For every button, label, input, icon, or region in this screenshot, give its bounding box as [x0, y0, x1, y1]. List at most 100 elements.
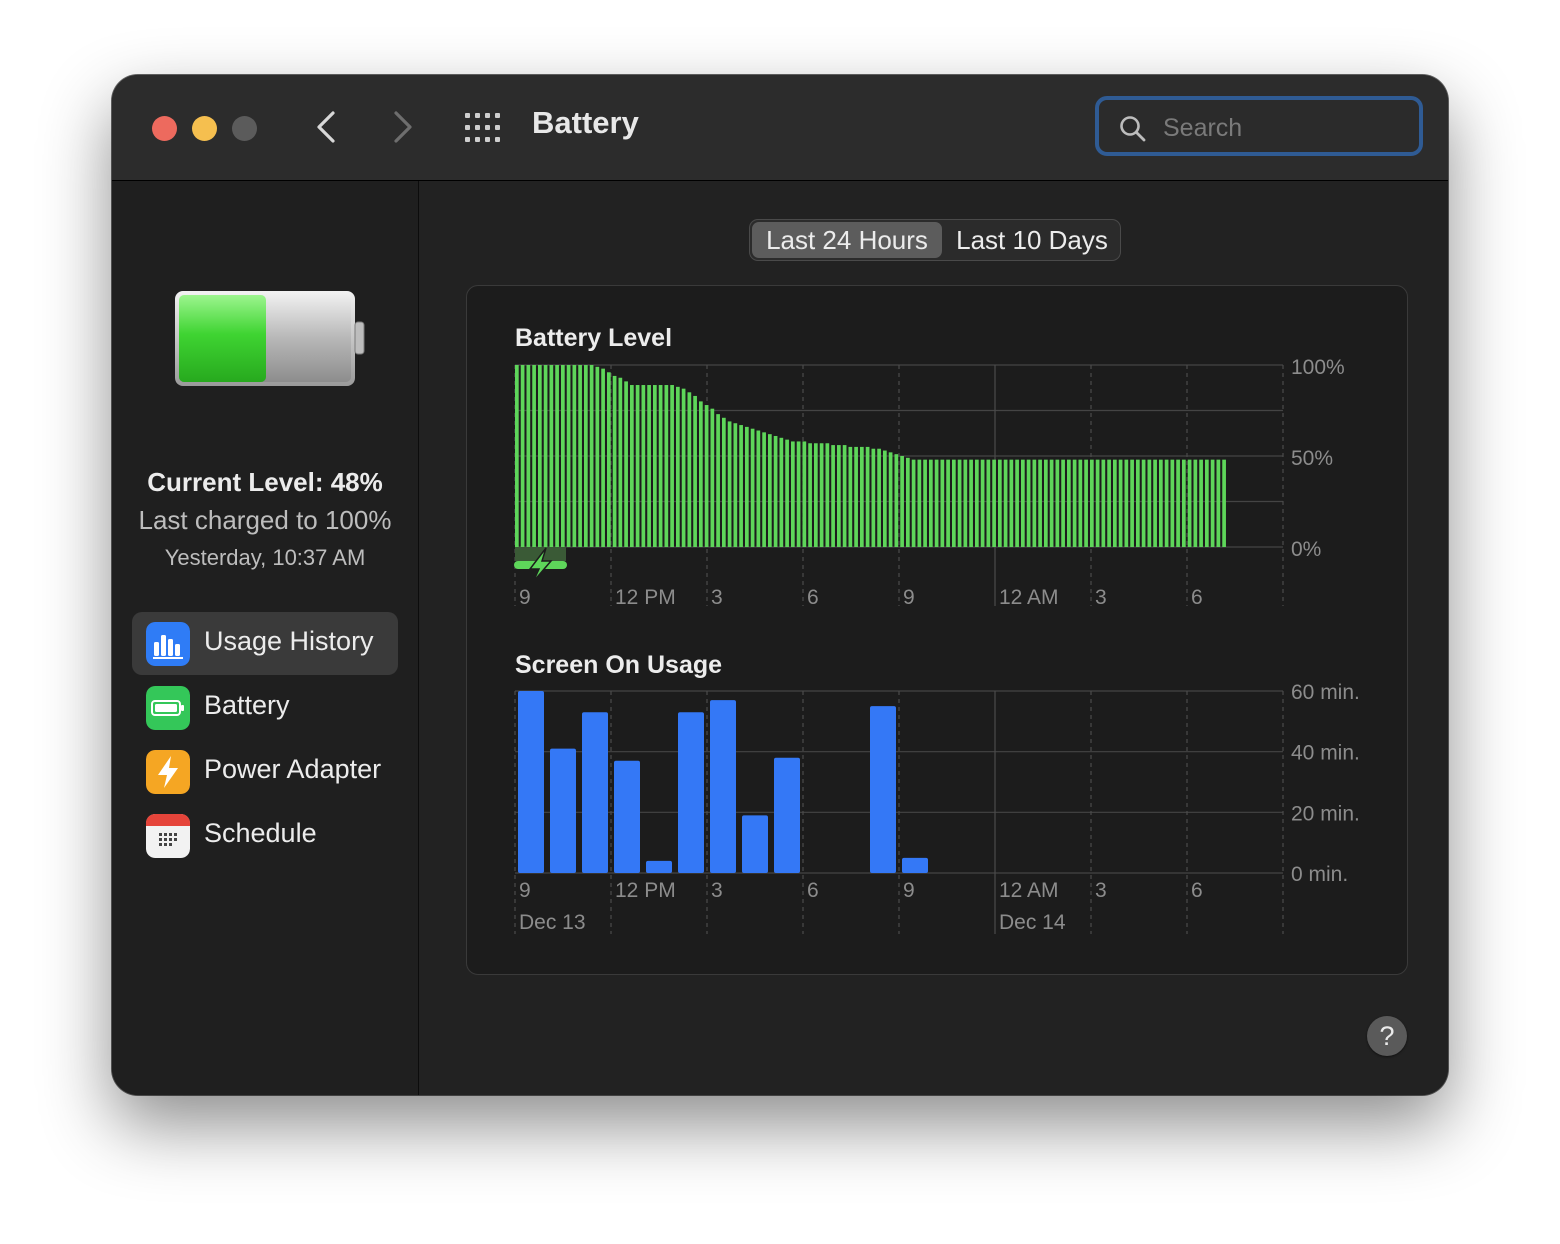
battery-level-bar	[624, 381, 628, 547]
battery-level-bar	[1164, 459, 1169, 547]
battery-level-bar	[584, 365, 588, 547]
help-button[interactable]: ?	[1367, 1016, 1407, 1056]
battery-level-bar	[1159, 459, 1163, 547]
tab-last-24-hours[interactable]: Last 24 Hours	[752, 222, 942, 258]
battery-level-bar	[555, 365, 559, 547]
battery-level-bar	[992, 459, 996, 547]
battery-level-bar	[986, 459, 991, 547]
battery-level-bar	[589, 365, 594, 547]
battery-level-bar	[963, 459, 968, 547]
battery-level-bar	[1072, 459, 1077, 547]
x-tick-label: 3	[711, 586, 723, 609]
battery-level-bar	[687, 392, 692, 547]
date-label: Dec 13	[519, 911, 586, 934]
battery-level-bar	[894, 454, 899, 547]
tab-last-10-days[interactable]: Last 10 Days	[944, 222, 1120, 258]
screen-usage-bar	[678, 712, 704, 873]
screen-usage-bar	[614, 760, 640, 873]
battery-level-bar	[900, 456, 904, 547]
search-field[interactable]: Search	[1095, 96, 1423, 156]
battery-level-bar	[641, 385, 646, 547]
battery-icon	[146, 686, 190, 730]
battery-level-bar	[975, 459, 979, 547]
x-tick-label: 12 PM	[615, 586, 676, 609]
battery-level-bar	[561, 365, 565, 547]
x-tick-label: 9	[903, 586, 915, 609]
minimize-button[interactable]	[192, 116, 217, 141]
battery-level-bar	[802, 441, 807, 547]
battery-level-bar	[860, 446, 864, 547]
battery-level-bar	[837, 445, 841, 547]
forward-button[interactable]	[383, 107, 423, 147]
battery-level-bar	[1101, 459, 1106, 547]
y-tick-label: 0 min.	[1291, 863, 1348, 886]
battery-level-bar	[1009, 459, 1014, 547]
battery-level-bar	[1015, 459, 1019, 547]
battery-level-bar	[854, 446, 858, 547]
y-tick-label: 50%	[1291, 447, 1333, 470]
battery-level-bar	[693, 395, 697, 547]
x-tick-label: 3	[1095, 879, 1107, 902]
battery-level-bar	[532, 365, 536, 547]
screen-usage-bar	[646, 860, 672, 873]
battery-level-bar	[618, 377, 623, 547]
window-title: Battery	[532, 105, 639, 140]
battery-level-bar	[1153, 459, 1157, 547]
battery-level-bar	[543, 365, 548, 547]
battery-level-bar	[888, 452, 893, 547]
battery-level-bar	[681, 388, 686, 547]
battery-level-bar	[1067, 459, 1071, 547]
sidebar-item-power-adapter[interactable]: Power Adapter	[132, 740, 398, 803]
battery-level-bar	[607, 372, 611, 547]
battery-level-bar	[980, 459, 985, 547]
battery-level-bar	[750, 428, 755, 547]
battery-level-bar	[831, 445, 835, 547]
battery-level-bar	[814, 443, 818, 547]
x-tick-label: 12 AM	[999, 879, 1059, 902]
battery-level-bar	[929, 459, 933, 547]
battery-level-bar	[739, 425, 743, 547]
battery-level-bar	[969, 459, 973, 547]
chart-title: Screen On Usage	[515, 651, 722, 679]
battery-level-bar	[658, 385, 663, 547]
battery-level-bar	[934, 459, 939, 547]
battery-level-bar	[566, 365, 571, 547]
battery-level-bar	[1118, 459, 1123, 547]
x-tick-label: 9	[519, 879, 531, 902]
battery-level-bar	[710, 408, 715, 547]
battery-level-bar	[1003, 459, 1008, 547]
x-tick-label: 12 AM	[999, 586, 1059, 609]
battery-level-bar	[1090, 459, 1094, 547]
zoom-button[interactable]	[232, 116, 257, 141]
battery-level-bar	[917, 459, 922, 547]
close-button[interactable]	[152, 116, 177, 141]
battery-level-bar	[538, 365, 542, 547]
y-tick-label: 0%	[1291, 538, 1321, 561]
sidebar-item-usage-history[interactable]: Usage History	[132, 612, 398, 675]
battery-level-bar	[670, 385, 674, 547]
battery-level-bar	[612, 375, 617, 547]
battery-level-bar	[647, 385, 651, 547]
battery-level-bar	[572, 365, 577, 547]
x-tick-label: 12 PM	[615, 879, 676, 902]
battery-level-bar	[601, 368, 605, 547]
battery-level-bar	[515, 365, 519, 547]
battery-level-bar	[520, 365, 525, 547]
battery-level-bar	[1124, 459, 1129, 547]
battery-level-bar	[664, 385, 669, 547]
sidebar-item-schedule[interactable]: Schedule	[132, 804, 398, 867]
battery-level-bar	[1049, 459, 1054, 547]
battery-level-bar	[1187, 459, 1192, 547]
sidebar-item-battery[interactable]: Battery	[132, 676, 398, 739]
battery-level-bar	[1055, 459, 1060, 547]
battery-level-bar	[957, 459, 962, 547]
back-button[interactable]	[308, 107, 348, 147]
show-all-grid-icon[interactable]	[463, 111, 503, 145]
battery-level-bar	[745, 426, 749, 547]
y-tick-label: 60 min.	[1291, 681, 1360, 704]
screen-usage-bar	[774, 757, 800, 873]
search-icon	[1120, 116, 1146, 142]
chart-title: Battery Level	[515, 324, 672, 352]
x-tick-label: 3	[1095, 586, 1107, 609]
battery-level-bar	[762, 432, 766, 547]
